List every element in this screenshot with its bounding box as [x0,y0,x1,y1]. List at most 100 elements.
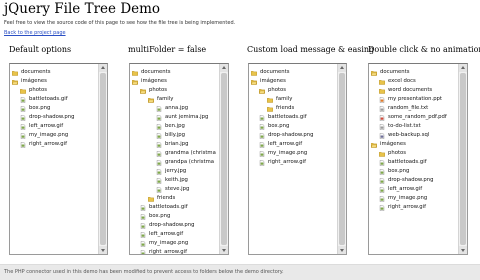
tree-node-label: grandpa (christma [165,159,215,165]
tree-file[interactable]: my_image.png [132,239,218,248]
tree-file[interactable]: my presentation.ppt [371,95,457,104]
vertical-scrollbar[interactable] [458,64,467,254]
tree-folder[interactable]: word documents [371,86,457,95]
scroll-thumb[interactable] [100,73,106,245]
tree-node-label: battletoads.gif [29,96,68,102]
tree-folder[interactable]: documents [371,68,457,77]
tree-node-label: box.png [29,105,51,111]
tree-node-label: some_random_pdf.pdf [388,114,447,120]
tree-file[interactable]: steve.jpg [132,185,218,194]
scroll-up-arrow-icon[interactable] [220,64,228,72]
folder-icon [12,70,18,76]
tree-file[interactable]: drop-shadow.png [251,131,336,140]
tree-folder[interactable]: documents [12,68,97,77]
tree-folder[interactable]: photos [132,86,218,95]
tree-folder[interactable]: friends [251,104,336,113]
scroll-thumb[interactable] [460,73,466,245]
tree-file[interactable]: box.png [371,167,457,176]
tree-file[interactable]: drop-shadow.png [12,113,97,122]
tree-file[interactable]: right_arrow.gif [251,158,336,167]
tree-folder[interactable]: imágenes [371,140,457,149]
tree-folder[interactable]: documents [132,68,218,77]
scroll-down-arrow-icon[interactable] [99,246,107,254]
tree-node-label: imágenes [260,78,286,84]
tree-file[interactable]: battletoads.gif [12,95,97,104]
tree-folder[interactable]: photos [371,149,457,158]
file-tree-panel-default[interactable]: documents imágenes photos battletoads.gif bo… [9,63,108,255]
tree-file[interactable]: left_arrow.gif [132,230,218,239]
tree-file[interactable]: right_arrow.gif [12,140,97,149]
image-file-icon [20,105,26,112]
folder-open-icon [251,79,257,85]
scroll-thumb[interactable] [221,73,227,245]
scroll-up-arrow-icon[interactable] [99,64,107,72]
scroll-up-arrow-icon[interactable] [459,64,467,72]
image-file-icon [379,159,385,166]
tree-file[interactable]: box.png [12,104,97,113]
tree-folder[interactable]: photos [12,86,97,95]
tree-file[interactable]: to-do-list.txt [371,122,457,131]
tree-file[interactable]: battletoads.gif [251,113,336,122]
tree-file[interactable]: ben.jpg [132,122,218,131]
tree-file[interactable]: my_image.png [251,149,336,158]
tree-file[interactable]: left_arrow.gif [251,140,336,149]
tree-folder[interactable]: friends [132,194,218,203]
tree-file[interactable]: random_file.txt [371,104,457,113]
tree-file[interactable]: drop-shadow.png [132,221,218,230]
tree-node-label: drop-shadow.png [388,177,434,183]
file-tree-panel-multifolder[interactable]: documents imágenes photos family anna.jpg aun… [129,63,229,255]
tree-folder[interactable]: documents [251,68,336,77]
tree-file[interactable]: grandma (christma [132,149,218,158]
image-file-icon [259,159,265,166]
tree-file[interactable]: right_arrow.gif [371,203,457,212]
tree-file[interactable]: grandpa (christma [132,158,218,167]
image-file-icon [156,186,162,193]
tree-file[interactable]: jerry.jpg [132,167,218,176]
tree-folder[interactable]: family [132,95,218,104]
vertical-scrollbar[interactable] [219,64,228,254]
tree-file[interactable]: drop-shadow.png [371,176,457,185]
tree-node-label: box.png [149,213,171,219]
tree-folder[interactable]: family [251,95,336,104]
tree-file[interactable]: box.png [251,122,336,131]
vertical-scrollbar[interactable] [337,64,346,254]
tree-folder[interactable]: imágenes [251,77,336,86]
text-file-icon [379,105,385,112]
folder-open-icon [140,88,146,94]
tree-node-label: random_file.txt [388,105,429,111]
tree-folder[interactable]: imágenes [132,77,218,86]
tree-file[interactable]: web-backup.sql [371,131,457,140]
image-file-icon [156,105,162,112]
folder-icon [379,88,385,94]
tree-file[interactable]: aunt jemima.jpg [132,113,218,122]
vertical-scrollbar[interactable] [98,64,107,254]
tree-file[interactable]: box.png [132,212,218,221]
tree-file[interactable]: left_arrow.gif [12,122,97,131]
scroll-down-arrow-icon[interactable] [338,246,346,254]
tree-file[interactable]: my_image.png [371,194,457,203]
tree-file[interactable]: my_image.png [12,131,97,140]
back-to-project-link[interactable]: Back to the project page [4,30,66,36]
image-file-icon [140,222,146,229]
tree-file[interactable]: some_random_pdf.pdf [371,113,457,122]
tree-file[interactable]: left_arrow.gif [371,185,457,194]
tree-file[interactable]: brian.jpg [132,140,218,149]
tree-file[interactable]: billy.jpg [132,131,218,140]
scroll-thumb[interactable] [339,73,345,245]
tree-folder[interactable]: imágenes [12,77,97,86]
scroll-up-arrow-icon[interactable] [338,64,346,72]
tree-file[interactable]: keith.jpg [132,176,218,185]
image-file-icon [259,123,265,130]
scroll-down-arrow-icon[interactable] [459,246,467,254]
tree-file[interactable]: anna.jpg [132,104,218,113]
tree-file[interactable]: battletoads.gif [371,158,457,167]
tree-folder[interactable]: excel docs [371,77,457,86]
file-tree-panel-double-click[interactable]: documents excel docs word documents my pres… [368,63,468,255]
scroll-down-arrow-icon[interactable] [220,246,228,254]
tree-folder[interactable]: photos [251,86,336,95]
footer-note: The PHP connector used in this demo has … [4,269,284,275]
footer: The PHP connector used in this demo has … [0,264,480,280]
tree-file[interactable]: battletoads.gif [132,203,218,212]
tree-file[interactable]: right_arrow.gif [132,248,218,254]
file-tree-panel-custom-load[interactable]: documents imágenes photos family friends batt… [248,63,347,255]
